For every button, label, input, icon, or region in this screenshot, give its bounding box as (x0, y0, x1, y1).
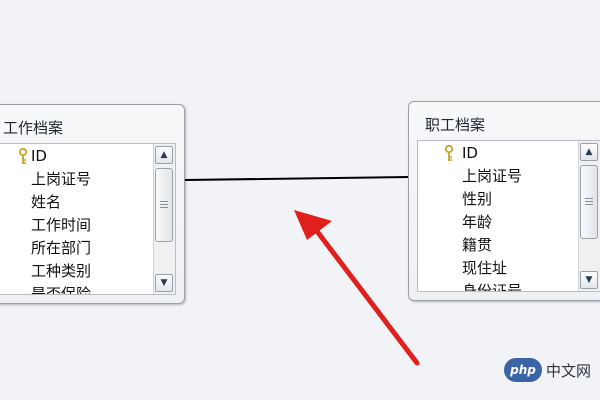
arrow-head (294, 210, 332, 240)
relationships-canvas: 工作档案 ID 上岗证号 姓名 工作时间 所在部门 工种类别 是否保险 ▲ ▼ … (0, 0, 600, 400)
relationship-line[interactable] (184, 176, 410, 181)
vertical-scrollbar[interactable]: ▲ ▼ (153, 144, 175, 294)
field-item[interactable]: 上岗证号 (31, 168, 91, 191)
scrollbar-thumb[interactable] (580, 165, 598, 239)
field-item[interactable]: 身份证号 (462, 280, 522, 291)
scroll-down-button[interactable]: ▼ (580, 271, 598, 289)
field-list-work-records[interactable]: ID 上岗证号 姓名 工作时间 所在部门 工种类别 是否保险 ▲ ▼ (0, 143, 176, 295)
field-item[interactable]: 工种类别 (31, 260, 91, 283)
watermark-logo: php (504, 358, 542, 382)
field-item[interactable]: ID (31, 145, 47, 168)
field-item[interactable]: 籍贯 (462, 234, 492, 257)
field-item[interactable]: ID (462, 142, 478, 165)
primary-key-icon (444, 145, 454, 161)
watermark: php 中文网 (504, 356, 591, 384)
arrow-shaft (310, 223, 420, 366)
field-list-employee-records[interactable]: ID 上岗证号 性别 年龄 籍贯 现住址 身份证号 ▲ ▼ (417, 140, 600, 292)
field-item[interactable]: 工作时间 (31, 214, 91, 237)
field-item[interactable]: 现住址 (462, 257, 507, 280)
table-work-records[interactable]: 工作档案 ID 上岗证号 姓名 工作时间 所在部门 工种类别 是否保险 ▲ ▼ (0, 104, 185, 304)
scrollbar-thumb[interactable] (155, 168, 173, 242)
scroll-down-button[interactable]: ▼ (155, 274, 173, 292)
watermark-text: 中文网 (546, 361, 592, 380)
field-item[interactable]: 姓名 (31, 191, 61, 214)
vertical-scrollbar[interactable]: ▲ ▼ (578, 141, 600, 291)
primary-key-icon (18, 148, 28, 164)
table-title-work-records: 工作档案 (3, 119, 64, 137)
table-employee-records[interactable]: 职工档案 ID 上岗证号 性别 年龄 籍贯 现住址 身份证号 ▲ ▼ (408, 101, 600, 301)
field-item[interactable]: 是否保险 (31, 283, 91, 294)
field-item[interactable]: 上岗证号 (462, 165, 522, 188)
scroll-up-button[interactable]: ▲ (155, 146, 173, 164)
scroll-up-button[interactable]: ▲ (580, 143, 598, 161)
field-item[interactable]: 年龄 (462, 211, 492, 234)
field-item[interactable]: 性别 (462, 188, 492, 211)
table-title-employee-records: 职工档案 (425, 116, 486, 134)
field-item[interactable]: 所在部门 (31, 237, 91, 260)
